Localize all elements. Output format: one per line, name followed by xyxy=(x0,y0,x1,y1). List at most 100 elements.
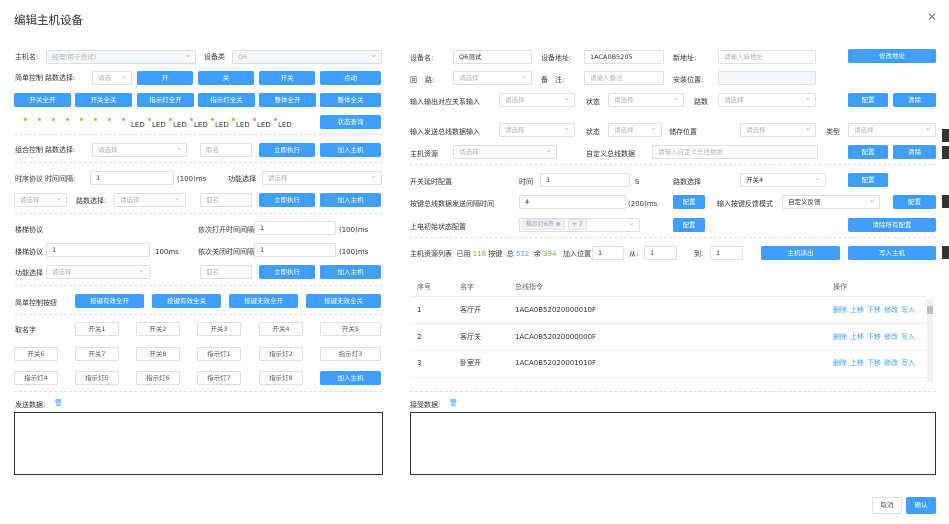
row-2-delete-link[interactable]: 删除 xyxy=(833,333,847,341)
host-read-button[interactable]: 主机读出 xyxy=(761,246,840,260)
cancel-button[interactable]: 取消 xyxy=(872,497,902,514)
toggle-button[interactable]: 开关 xyxy=(259,71,315,85)
stair-name-input[interactable]: 取名 xyxy=(200,265,252,279)
name-switch-4[interactable]: 开关4 xyxy=(259,322,303,336)
write-host-button[interactable]: 写入主机 xyxy=(848,246,936,260)
name-indicator-3[interactable]: 指示灯3 xyxy=(320,347,381,361)
table-scrollbar[interactable] xyxy=(927,299,933,383)
stair-func-select[interactable]: 请选择 xyxy=(46,265,150,279)
send-data-box[interactable] xyxy=(14,412,383,475)
row-3-write-link[interactable]: 写入 xyxy=(901,359,915,367)
combo-name-input[interactable]: 取名 xyxy=(200,143,252,157)
stair-protocol-input[interactable]: 1 xyxy=(46,243,150,257)
device-address-input[interactable]: 1ACA0B5205 xyxy=(584,50,664,64)
all-switch-on-button[interactable]: 开关全开 xyxy=(14,93,71,107)
key-invalid-all-on-button[interactable]: 按键无效全开 xyxy=(229,294,298,308)
type-select[interactable]: 请选择 xyxy=(848,123,936,137)
delay-time-input[interactable]: 1 xyxy=(540,173,630,187)
custom-bus-clear-button[interactable]: 清除 xyxy=(893,145,936,159)
feedback-mode-select[interactable]: 自定义反馈 xyxy=(782,195,880,209)
off-button[interactable]: 关 xyxy=(198,71,254,85)
status-query-button[interactable]: 状态查询 xyxy=(320,115,381,129)
new-address-input[interactable]: 请输入新地址 xyxy=(718,50,816,64)
io-state-select[interactable]: 请选择 xyxy=(608,93,684,107)
name-switch-5[interactable]: 开关5 xyxy=(320,322,381,336)
io-routes-select[interactable]: 请选择 xyxy=(718,93,816,107)
close-interval-input[interactable]: 1 xyxy=(254,243,336,257)
time-interval-input[interactable]: 1 xyxy=(90,171,174,185)
delay-route-select[interactable]: 开关4 xyxy=(740,173,826,187)
device-type-select[interactable]: Q6 xyxy=(232,50,382,64)
name-indicator-5[interactable]: 指示灯5 xyxy=(75,371,119,385)
name-switch-1[interactable]: 开关1 xyxy=(75,322,119,336)
stair-add-host-button[interactable]: 加入主机 xyxy=(320,265,381,279)
name-indicator-4[interactable]: 指示灯4 xyxy=(14,371,58,385)
row-1-delete-link[interactable]: 删除 xyxy=(833,306,847,314)
custom-bus-config-button[interactable]: 配置 xyxy=(848,145,888,159)
trash-icon[interactable]: 🗑 xyxy=(54,399,63,407)
row-3-edit-link[interactable]: 修改 xyxy=(884,359,898,367)
key-valid-all-on-button[interactable]: 按键有效全开 xyxy=(75,294,144,308)
custom-bus-input[interactable]: 请输入自定义总线数据 xyxy=(652,145,818,159)
timing-route-select[interactable]: 请选择 xyxy=(114,193,186,207)
name-switch-7[interactable]: 开关7 xyxy=(75,347,119,361)
delay-config-button[interactable]: 配置 xyxy=(848,173,888,187)
key-invalid-all-off-button[interactable]: 按键无效全关 xyxy=(306,294,381,308)
receive-data-box[interactable] xyxy=(410,412,936,475)
timing-run-button[interactable]: 立即执行 xyxy=(259,193,315,207)
row-1-down-link[interactable]: 下移 xyxy=(867,306,881,314)
all-indicator-on-button[interactable]: 指示灯全开 xyxy=(137,93,194,107)
row-2-write-link[interactable]: 写入 xyxy=(901,333,915,341)
name-indicator-8[interactable]: 指示灯8 xyxy=(259,371,303,385)
name-switch-2[interactable]: 开关2 xyxy=(136,322,180,336)
name-indicator-1[interactable]: 指示灯1 xyxy=(197,347,241,361)
device-name-input[interactable]: Q6测试 xyxy=(453,50,532,64)
all-indicator-off-button[interactable]: 指示灯全关 xyxy=(198,93,255,107)
power-config-button[interactable]: 配置 xyxy=(673,218,705,232)
row-1-edit-link[interactable]: 修改 xyxy=(884,306,898,314)
name-switch-3[interactable]: 开关3 xyxy=(197,322,241,336)
trash-icon[interactable]: 🗑 xyxy=(449,399,458,407)
row-3-up-link[interactable]: 上移 xyxy=(850,359,864,367)
name-indicator-2[interactable]: 指示灯2 xyxy=(259,347,303,361)
modify-address-button[interactable]: 修改地址 xyxy=(848,49,936,63)
combo-route-select[interactable]: 请选择 xyxy=(92,143,187,157)
stair-run-button[interactable]: 立即执行 xyxy=(259,265,315,279)
name-indicator-7[interactable]: 指示灯7 xyxy=(197,371,241,385)
add-position-input[interactable]: 1 xyxy=(592,246,624,260)
open-interval-input[interactable]: 1 xyxy=(254,221,336,235)
global-on-button[interactable]: 整体全开 xyxy=(259,93,316,107)
send-bus-state-select[interactable]: 请选择 xyxy=(608,123,662,137)
route-select[interactable]: 请选 xyxy=(92,71,132,85)
table-scrollbar-thumb[interactable] xyxy=(927,306,933,314)
key-bus-config-button[interactable]: 配置 xyxy=(673,195,705,209)
on-button[interactable]: 开 xyxy=(137,71,193,85)
all-switch-off-button[interactable]: 开关全关 xyxy=(75,93,132,107)
combo-run-button[interactable]: 立即执行 xyxy=(259,143,315,157)
host-resource-select[interactable]: 请选择 xyxy=(453,145,557,159)
row-3-down-link[interactable]: 下移 xyxy=(867,359,881,367)
global-off-button[interactable]: 整体全关 xyxy=(320,93,381,107)
store-location-select[interactable]: 请选择 xyxy=(740,123,816,137)
jog-button[interactable]: 点动 xyxy=(320,71,381,85)
key-valid-all-off-button[interactable]: 按键有效全关 xyxy=(152,294,221,308)
host-name-select[interactable]: 经理(用于测试) xyxy=(46,50,196,64)
remark-input[interactable]: 请输入备注 xyxy=(584,71,664,85)
naming-add-host-button[interactable]: 加入主机 xyxy=(320,371,381,385)
io-config-button[interactable]: 配置 xyxy=(848,93,888,107)
send-bus-input-select[interactable]: 请选择 xyxy=(499,123,575,137)
close-icon[interactable]: ✕ xyxy=(927,10,937,24)
tag-close-icon[interactable]: ⊗ xyxy=(556,221,561,228)
row-3-delete-link[interactable]: 删除 xyxy=(833,359,847,367)
row-1-up-link[interactable]: 上移 xyxy=(850,306,864,314)
func-select[interactable]: 请选择 xyxy=(262,171,382,185)
io-clear-button[interactable]: 清除 xyxy=(893,93,936,107)
feedback-config-button[interactable]: 配置 xyxy=(893,195,936,209)
row-2-edit-link[interactable]: 修改 xyxy=(884,333,898,341)
clear-all-config-button[interactable]: 清除所有配置 xyxy=(848,218,936,232)
loop-select[interactable]: 请选择 xyxy=(453,71,532,85)
row-2-up-link[interactable]: 上移 xyxy=(850,333,864,341)
timing-select[interactable]: 请选择 xyxy=(14,193,67,207)
io-input-select[interactable]: 请选择 xyxy=(499,93,575,107)
to-input[interactable]: 1 xyxy=(710,246,743,260)
